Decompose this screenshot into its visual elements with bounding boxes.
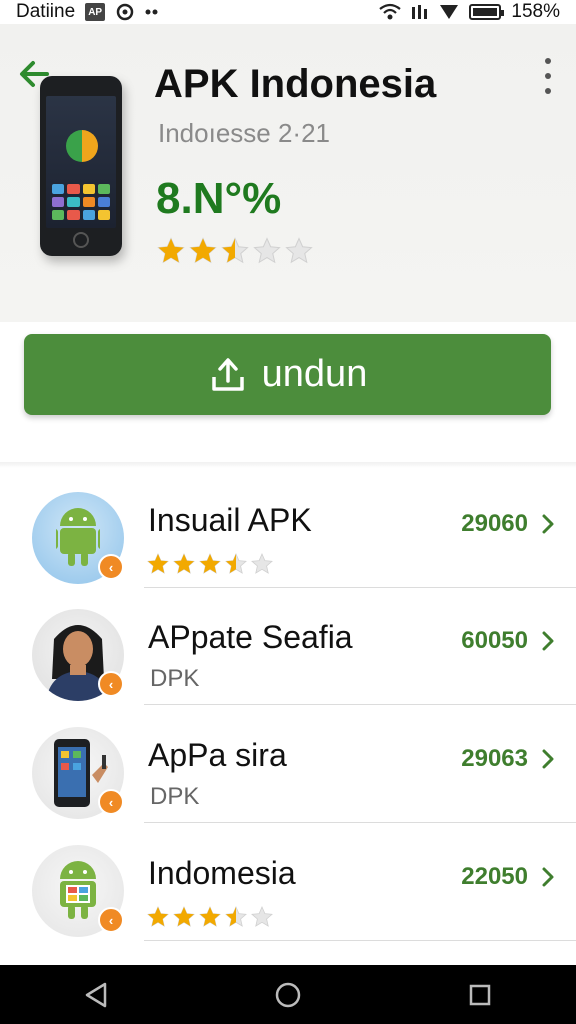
nav-home-button[interactable] (263, 970, 313, 1020)
share-badge-icon: ‹ (98, 671, 124, 697)
upload-icon (211, 357, 244, 391)
row-divider (144, 940, 576, 941)
star-full-icon (172, 905, 196, 929)
item-star-rating (146, 905, 274, 929)
row-divider (144, 587, 576, 588)
row-divider (144, 704, 576, 705)
star-full-icon (198, 905, 222, 929)
star-half-icon (220, 236, 250, 266)
more-notifications-icon (145, 8, 159, 16)
app-rating-value: 8.N°% (156, 174, 282, 223)
app-star-rating (156, 236, 314, 266)
star-full-icon (146, 552, 170, 576)
item-count: 22050 (461, 863, 528, 890)
menu-dot-icon (545, 88, 551, 94)
share-badge-icon: ‹ (98, 789, 124, 815)
row-divider (144, 822, 576, 823)
list-item[interactable]: ‹ Indomesia 22050 (0, 825, 576, 941)
cell-signal-icon (439, 3, 459, 21)
wifi-icon (379, 3, 402, 21)
home-circle-icon (275, 982, 301, 1007)
star-full-icon (198, 552, 222, 576)
battery-percent: 158% (511, 1, 560, 22)
recents-square-icon (469, 984, 491, 1005)
chevron-right-icon (542, 514, 554, 534)
star-half-icon (224, 552, 248, 576)
status-bar: Datiine AP 158% (0, 0, 576, 24)
item-count: 60050 (461, 627, 528, 654)
item-count: 29063 (461, 745, 528, 772)
carrier-label: Datiine (16, 1, 76, 22)
share-badge-icon: ‹ (98, 554, 124, 580)
list-item[interactable]: ‹ ApPa sira DPK 29063 (0, 707, 576, 823)
phone-screen (46, 96, 116, 228)
android-robot-icon (60, 861, 96, 919)
signal-data-icon (411, 3, 429, 21)
nav-back-button[interactable] (71, 970, 121, 1020)
item-title: Insuail APK (148, 502, 312, 538)
app-header: APK Indonesia Indoıesse 2·21 8.N°% (0, 24, 576, 322)
phone-app-grid (52, 184, 110, 220)
star-half-icon (224, 905, 248, 929)
menu-dot-icon (545, 73, 551, 79)
download-button-label: undun (261, 353, 368, 395)
app-logo-icon (66, 130, 98, 162)
app-icon-phone (40, 76, 122, 256)
star-empty-icon (252, 236, 282, 266)
list-item[interactable]: ‹ APpate Seafia DPK 60050 (0, 589, 576, 705)
menu-dot-icon (545, 58, 551, 64)
nav-recents-button[interactable] (455, 970, 505, 1020)
download-button[interactable]: undun (24, 334, 551, 415)
app-title: APK Indonesia (154, 62, 437, 106)
item-title: Indomesia (148, 855, 296, 891)
star-empty-icon (284, 236, 314, 266)
item-star-rating (146, 552, 274, 576)
chevron-right-icon (542, 867, 554, 887)
star-full-icon (146, 905, 170, 929)
star-full-icon (156, 236, 186, 266)
star-full-icon (172, 552, 196, 576)
notification-box-icon: AP (85, 3, 106, 21)
star-empty-icon (250, 905, 274, 929)
phone-home-button (73, 232, 89, 248)
list-item[interactable]: ‹ Insuail APK 29060 (0, 472, 576, 588)
system-nav-bar (0, 965, 576, 1024)
item-title: ApPa sira (148, 737, 287, 773)
share-badge-icon: ‹ (98, 907, 124, 933)
item-title: APpate Seafia (148, 619, 353, 655)
overflow-menu-button[interactable] (538, 58, 558, 94)
back-triangle-icon (85, 982, 107, 1007)
item-count: 29060 (461, 510, 528, 537)
sync-icon (115, 2, 135, 22)
battery-icon (469, 4, 505, 20)
star-full-icon (188, 236, 218, 266)
app-subtitle: Indoıesse 2·21 (158, 118, 331, 148)
item-subtitle: DPK (150, 783, 200, 810)
android-robot-icon (56, 508, 100, 566)
section-divider (0, 462, 576, 468)
chevron-right-icon (542, 749, 554, 769)
star-empty-icon (250, 552, 274, 576)
item-subtitle: DPK (150, 665, 200, 692)
chevron-right-icon (542, 631, 554, 651)
